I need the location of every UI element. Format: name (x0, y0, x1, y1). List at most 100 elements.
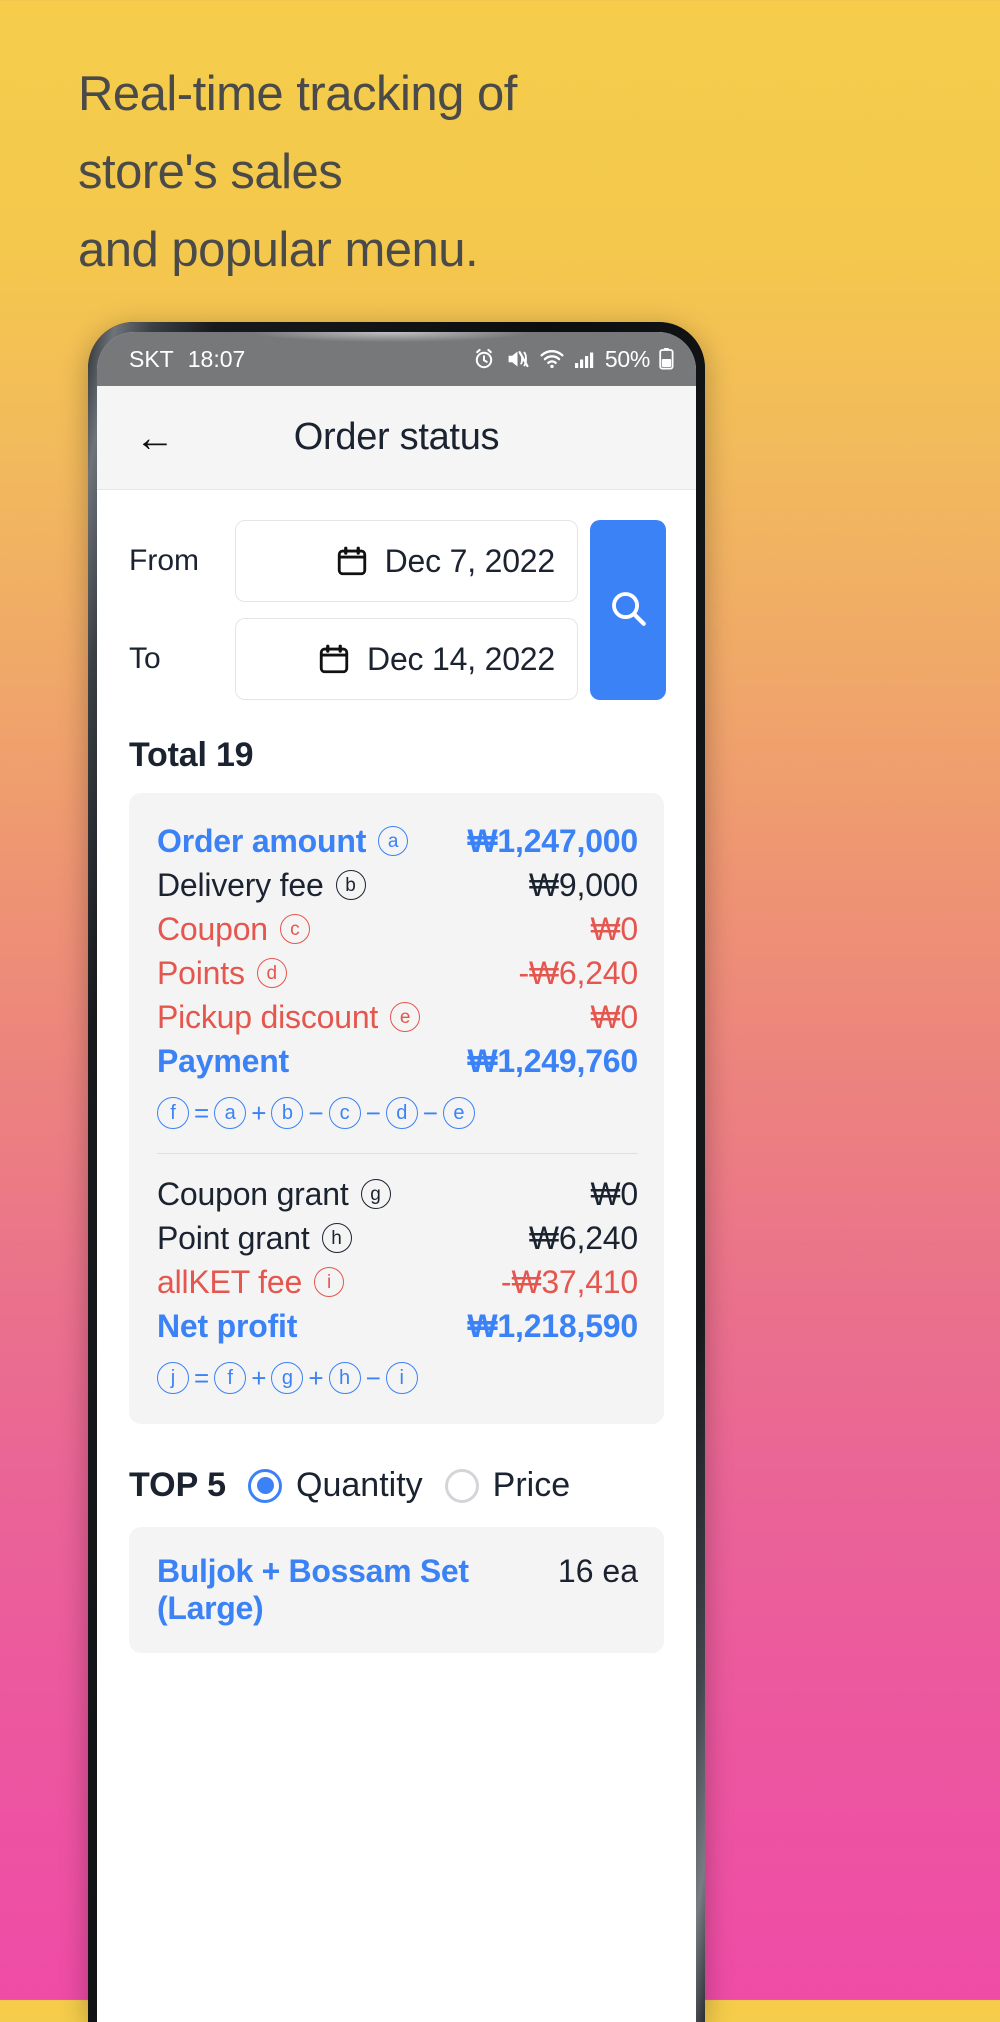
summary-row-value: ₩1,218,590 (467, 1307, 638, 1344)
summary-row-value: ₩0 (590, 998, 638, 1035)
menu-item-quantity: 16 ea (557, 1553, 638, 1589)
top5-option-quantity[interactable]: Quantity (248, 1466, 423, 1505)
status-bar: SKT 18:07 50% (97, 332, 696, 386)
to-date-input[interactable]: Dec 14, 2022 (235, 618, 578, 700)
summary-row-value: ₩1,249,760 (467, 1042, 638, 1079)
summary-row: Net profit ₩1,218,590 (157, 1304, 638, 1348)
top5-label: TOP 5 (129, 1466, 227, 1504)
summary-row: Point grant h ₩6,240 (157, 1216, 638, 1260)
summary-row-label: Coupon grant (157, 1175, 349, 1212)
summary-row: Pickup discount e ₩0 (157, 995, 638, 1039)
summary-row-tag: h (321, 1223, 352, 1253)
radio-price-label: Price (492, 1466, 571, 1504)
summary-row-left: allKET fee i (157, 1263, 345, 1301)
back-button[interactable]: ← (129, 412, 181, 464)
formula-tag: f (214, 1362, 247, 1394)
formula-operator: = (194, 1362, 210, 1393)
summary-divider (157, 1153, 638, 1154)
formula-operator: − (422, 1097, 438, 1128)
app-bar: ← Order status (97, 386, 696, 490)
promo-line-1: Real-time tracking of (78, 67, 517, 121)
summary-row: Order amount a ₩1,247,000 (157, 819, 638, 863)
summary-row-value: ₩0 (590, 910, 638, 947)
search-button[interactable] (590, 520, 666, 700)
from-date-input[interactable]: Dec 7, 2022 (235, 520, 578, 602)
wifi-icon (539, 347, 565, 371)
formula-payment: f = a + b − c − d − e (157, 1083, 638, 1133)
menu-item-name: Buljok + Bossam Set (Large) (157, 1553, 469, 1626)
summary-row-left: Coupon grant g (157, 1176, 391, 1213)
calendar-icon (317, 642, 351, 676)
page-title: Order status (293, 416, 500, 458)
formula-operator: + (251, 1097, 267, 1128)
carrier-label: SKT (129, 345, 174, 372)
calendar-icon (335, 544, 369, 578)
clock-label: 18:07 (187, 345, 246, 372)
mute-icon (505, 347, 530, 371)
summary-row-label: Net profit (157, 1307, 298, 1344)
to-label: To (129, 642, 161, 675)
formula-operator: − (308, 1097, 324, 1128)
summary-row-value: ₩0 (590, 1175, 638, 1212)
formula-operator: − (365, 1097, 381, 1128)
summary-row-left: Coupon c (157, 911, 310, 948)
to-date-row: To Dec 14, 2022 (129, 618, 578, 700)
top5-list-card: Buljok + Bossam Set (Large) 16 ea (129, 1527, 664, 1653)
radio-quantity-icon[interactable] (248, 1468, 283, 1503)
summary-row: Points d -₩6,240 (157, 951, 638, 995)
summary-row: Coupon grant g ₩0 (157, 1172, 638, 1216)
formula-tag: g (271, 1362, 304, 1394)
summary-row: Payment ₩1,249,760 (157, 1039, 638, 1083)
summary-row-label: Payment (157, 1042, 289, 1079)
total-count-label: Total 19 (129, 736, 254, 774)
from-date-value: Dec 7, 2022 (384, 542, 556, 579)
summary-row-left: Net profit (157, 1308, 297, 1345)
phone-mockup: SKT 18:07 50% ← Order status From Dec 7,… (88, 322, 705, 2022)
summary-row: allKET fee i -₩37,410 (157, 1260, 638, 1304)
formula-tag: d (385, 1097, 418, 1129)
promo-line-2: store's sales (78, 145, 343, 199)
formula-tag: a (214, 1097, 247, 1129)
promo-headline: Real-time tracking of store's sales and … (78, 55, 898, 289)
formula-tag: b (271, 1097, 304, 1129)
formula-tag: f (157, 1097, 189, 1129)
summary-secondary-rows: Coupon grant g ₩0 Point grant h ₩6,240 allKET … (157, 1172, 638, 1348)
top5-option-price[interactable]: Price (444, 1466, 571, 1505)
summary-row-left: Pickup discount e (157, 999, 421, 1036)
battery-icon (659, 347, 674, 371)
formula-tag: i (385, 1362, 418, 1394)
formula-operator: + (251, 1362, 267, 1393)
summary-row-label: Order amount (157, 822, 367, 859)
summary-primary-rows: Order amount a ₩1,247,000 Delivery fee b ₩9,0… (157, 819, 638, 1083)
summary-row: Delivery fee b ₩9,000 (157, 863, 638, 907)
radio-quantity-label: Quantity (296, 1466, 423, 1504)
summary-row-tag: e (390, 1002, 421, 1032)
screen-content: From Dec 7, 2022 To Dec 14, 2022 Total 1… (97, 490, 696, 1653)
summary-row-tag: a (378, 826, 409, 856)
summary-row-value: -₩37,410 (500, 1263, 638, 1300)
formula-operator: − (365, 1362, 381, 1393)
list-item[interactable]: Buljok + Bossam Set (Large) 16 ea (157, 1553, 638, 1627)
formula-operator: = (194, 1097, 210, 1128)
summary-row: Coupon c ₩0 (157, 907, 638, 951)
summary-row-label: allKET fee (157, 1263, 303, 1300)
summary-row-value: ₩9,000 (528, 866, 638, 903)
summary-row-value: ₩1,247,000 (467, 822, 638, 859)
signal-icon (574, 348, 596, 370)
summary-row-value: ₩6,240 (528, 1219, 638, 1256)
summary-row-left: Point grant h (157, 1220, 352, 1257)
summary-row-label: Delivery fee (157, 866, 324, 903)
formula-tag: h (328, 1362, 361, 1394)
alarm-icon (472, 347, 496, 371)
formula-net-profit: j = f + g + h − i (157, 1348, 638, 1398)
formula-tag: j (157, 1362, 189, 1394)
summary-row-label: Coupon (157, 910, 268, 947)
phone-screen: SKT 18:07 50% ← Order status From Dec 7,… (97, 332, 696, 2022)
summary-row-tag: d (256, 958, 287, 988)
summary-row-label: Points (157, 954, 245, 991)
top5-section: TOP 5 Quantity Price (97, 1424, 696, 1527)
summary-row-tag: c (279, 914, 310, 944)
summary-row-value: -₩6,240 (518, 954, 638, 991)
formula-operator: + (308, 1362, 324, 1393)
radio-price-icon[interactable] (444, 1468, 479, 1503)
